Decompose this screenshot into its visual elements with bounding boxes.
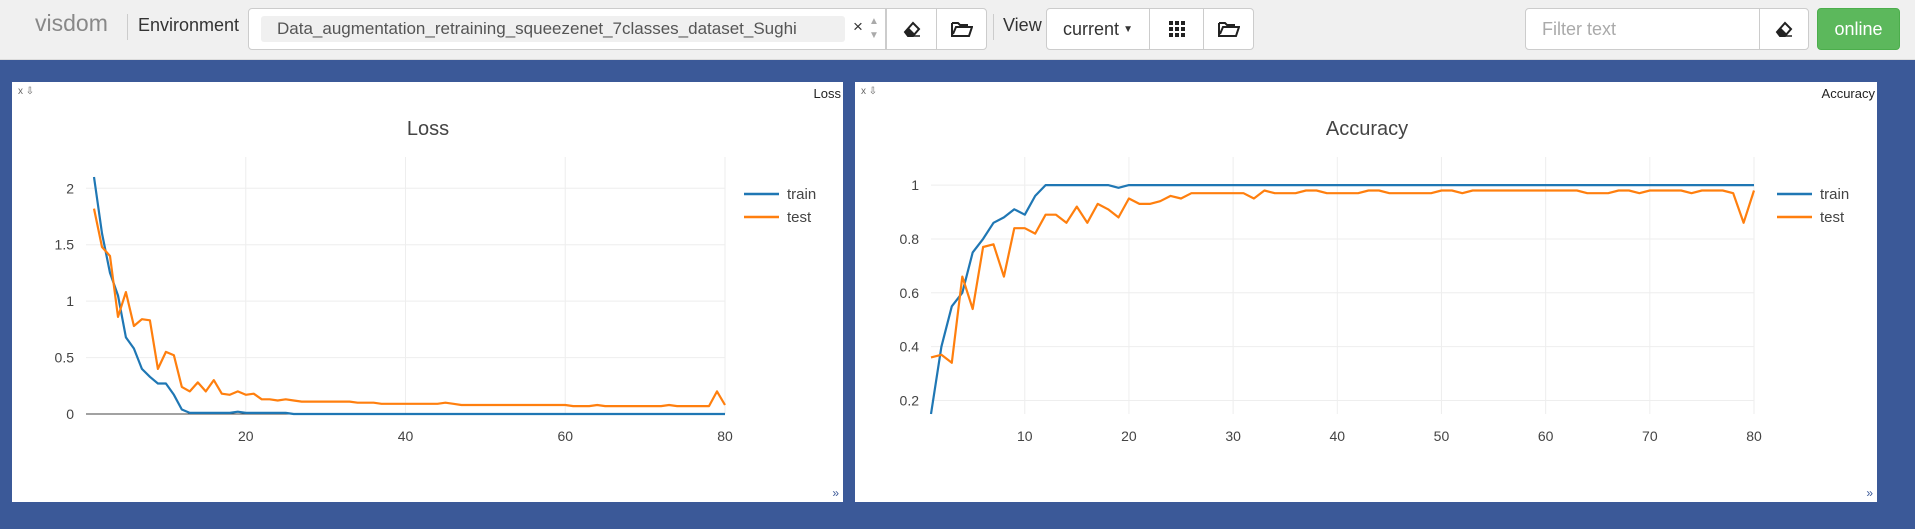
folder-open-icon xyxy=(950,22,973,37)
legend-label-test: test xyxy=(787,209,812,226)
divider xyxy=(993,14,994,40)
x-tick-label: 20 xyxy=(1121,428,1137,444)
x-tick-label: 10 xyxy=(1017,428,1033,444)
x-tick-label: 80 xyxy=(1746,428,1762,444)
chart-title: Loss xyxy=(407,118,449,140)
resize-handle-icon[interactable]: » xyxy=(832,486,839,500)
x-tick-label: 20 xyxy=(238,428,254,444)
series-line-test xyxy=(930,189,1756,364)
y-tick-label: 1.5 xyxy=(55,237,75,253)
view-select[interactable]: current ▼ xyxy=(1046,8,1150,50)
view-label: View xyxy=(1003,15,1042,35)
environment-spinner-icon[interactable]: ▲ ▼ xyxy=(869,15,879,43)
clear-env-button[interactable] xyxy=(886,8,937,50)
manage-view-button[interactable] xyxy=(1203,8,1254,50)
x-tick-label: 70 xyxy=(1642,428,1658,444)
folder-open-icon xyxy=(1217,22,1240,37)
accuracy-pane[interactable]: x ⇩ Accuracy Accuracy 10 20 30 40 50 60 70 80 0.2… xyxy=(855,82,1877,502)
loss-pane[interactable]: x ⇩ Loss Loss 20 40 60 80 0 0.5 1 1.5 2 train test … xyxy=(12,82,843,502)
top-navbar: visdom Environment Data_augmentation_ret… xyxy=(0,0,1915,60)
environment-select[interactable]: Data_augmentation_retraining_squeezenet_… xyxy=(248,8,886,50)
brand-logo: visdom xyxy=(35,10,108,36)
x-tick-label: 40 xyxy=(398,428,414,444)
x-tick-label: 60 xyxy=(557,428,573,444)
resize-handle-icon[interactable]: » xyxy=(1866,486,1873,500)
repack-button[interactable] xyxy=(1149,8,1204,50)
y-tick-label: 2 xyxy=(66,180,74,196)
environment-label: Environment xyxy=(138,15,240,35)
divider xyxy=(127,14,128,40)
accuracy-chart[interactable]: Accuracy 10 20 30 40 50 60 70 80 0.2 0.4 0.6 0.8 1 tra… xyxy=(855,82,1877,502)
y-tick-label: 0 xyxy=(66,406,74,422)
y-tick-label: 0.4 xyxy=(900,339,920,355)
pane-title: Loss xyxy=(813,86,841,101)
loss-chart[interactable]: Loss 20 40 60 80 0 0.5 1 1.5 2 train test xyxy=(12,82,843,502)
y-tick-label: 1 xyxy=(911,177,919,193)
connection-status-button[interactable]: online xyxy=(1817,8,1900,50)
chart-title: Accuracy xyxy=(1326,118,1408,140)
pane-controls[interactable]: x ⇩ xyxy=(18,86,34,97)
series-line-test xyxy=(92,208,726,408)
pane-controls[interactable]: x ⇩ xyxy=(861,86,877,97)
legend-label-test: test xyxy=(1820,209,1845,226)
manage-env-button[interactable] xyxy=(936,8,987,50)
x-tick-label: 60 xyxy=(1538,428,1554,444)
y-tick-label: 1 xyxy=(66,293,74,309)
legend-label-train: train xyxy=(787,186,816,203)
eraser-icon xyxy=(1775,21,1793,37)
x-tick-label: 50 xyxy=(1434,428,1450,444)
series-line-train xyxy=(929,183,1754,415)
y-tick-label: 0.5 xyxy=(55,350,75,366)
x-tick-label: 40 xyxy=(1330,428,1346,444)
clear-environment-icon[interactable]: × xyxy=(853,17,863,37)
x-tick-label: 30 xyxy=(1225,428,1241,444)
x-tick-label: 80 xyxy=(717,428,733,444)
view-value: current xyxy=(1063,18,1120,39)
series-line-train xyxy=(92,176,725,416)
y-tick-label: 0.2 xyxy=(900,393,920,409)
eraser-icon xyxy=(903,21,920,37)
pane-title: Accuracy xyxy=(1821,86,1875,101)
environment-tag[interactable]: Data_augmentation_retraining_squeezenet_… xyxy=(261,16,845,42)
y-tick-label: 0.6 xyxy=(900,285,920,301)
y-tick-label: 0.8 xyxy=(900,231,920,247)
caret-down-icon: ▼ xyxy=(1123,23,1133,35)
filter-input[interactable]: Filter text xyxy=(1525,8,1760,50)
grid-icon xyxy=(1168,21,1185,37)
clear-filter-button[interactable] xyxy=(1759,8,1809,50)
legend-label-train: train xyxy=(1820,186,1849,203)
